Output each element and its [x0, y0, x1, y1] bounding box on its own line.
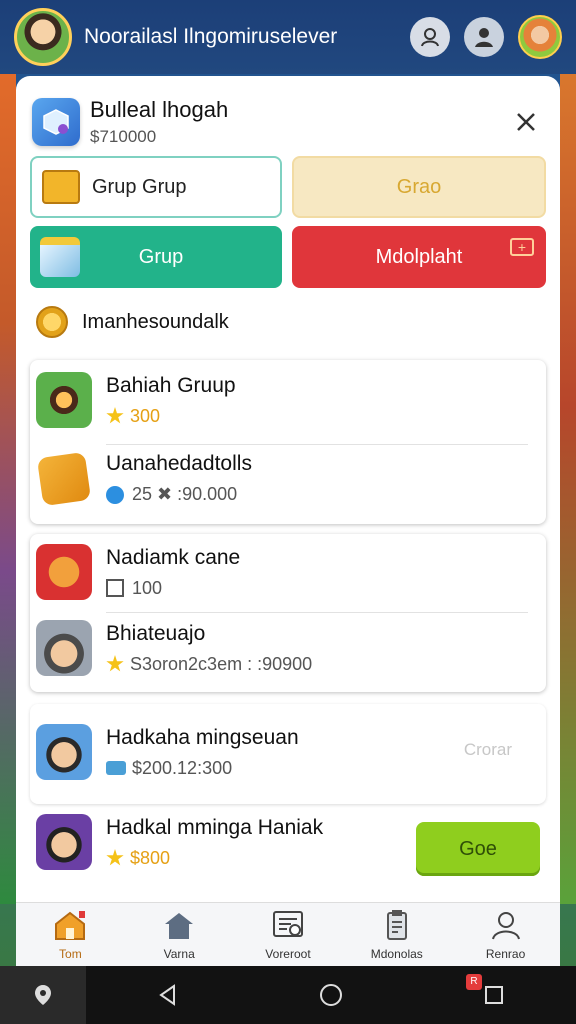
- item-title: Hadkal mminga Haniak: [106, 815, 324, 839]
- item-title: Uanahedadtolls: [106, 452, 252, 475]
- game-icon: [36, 372, 92, 428]
- top-bar: Noorailasl Ilngomiruselever: [0, 0, 576, 74]
- red-action-button[interactable]: Mdolplaht +: [292, 226, 546, 288]
- nav-label: Renrao: [485, 947, 526, 961]
- item-meta: S3oron2c3em : :90900: [130, 653, 313, 674]
- plus-icon: +: [510, 238, 534, 256]
- item-meta: 100: [132, 577, 163, 598]
- nav-label: Varna: [163, 947, 195, 961]
- star-icon: [106, 407, 124, 424]
- item-meta: $200.12:300: [132, 757, 233, 778]
- grid-icon: [106, 579, 124, 597]
- item-title: Nadiamk cane: [106, 545, 241, 569]
- main-panel: Bulleal lhogah $710000 Grup Grup Grao Gr…: [16, 76, 560, 902]
- item-meta: 25 ✖ :90.000: [132, 484, 238, 504]
- list-item[interactable]: Bhiateuajo S3oron2c3em : :90900: [30, 620, 546, 676]
- list-item[interactable]: Nadiamk cane 100: [30, 544, 546, 600]
- background-right: [560, 74, 576, 904]
- close-icon[interactable]: [508, 104, 544, 140]
- blue-dot-icon: [106, 485, 124, 504]
- profile-avatar[interactable]: [518, 15, 562, 59]
- grup-grup-button[interactable]: Grup Grup: [30, 156, 282, 218]
- cube-icon: [32, 98, 80, 146]
- notification-badge: R: [466, 974, 482, 990]
- go-button[interactable]: Goe: [416, 822, 540, 876]
- person-icon[interactable]: [410, 17, 450, 57]
- disabled-action[interactable]: Crorar: [464, 740, 512, 760]
- panel-header: Bulleal lhogah $710000: [32, 92, 544, 152]
- gift-icon: [42, 170, 80, 204]
- divider: [106, 612, 528, 613]
- drum-icon: [36, 544, 92, 600]
- star-icon: [106, 849, 124, 866]
- nav-label: Voreroot: [265, 947, 311, 961]
- card: Bahiah Gruup 300 Uanahedadtolls 25 ✖ :90…: [30, 360, 546, 524]
- back-button[interactable]: [86, 983, 249, 1007]
- coin-icon: [36, 306, 68, 338]
- panel-subtitle: $710000: [90, 127, 157, 146]
- character-icon: [36, 724, 92, 780]
- character-icon: [36, 620, 92, 676]
- item-title: Bahiah Gruup: [106, 373, 236, 397]
- home-icon: [55, 911, 86, 940]
- character-icon: [36, 814, 92, 870]
- nav-item-renrao[interactable]: Renrao: [458, 903, 554, 961]
- user-icon: [491, 912, 520, 940]
- home-button[interactable]: [249, 982, 412, 1008]
- puzzle-icon: [36, 451, 92, 506]
- item-title: Bhiateuajo: [106, 621, 206, 645]
- panel-title: Bulleal lhogah: [90, 97, 229, 122]
- item-meta: 300: [130, 405, 161, 426]
- avatar[interactable]: [14, 8, 72, 66]
- nav-label: Tom: [59, 947, 82, 961]
- nav-item-mdonolas[interactable]: Mdonolas: [349, 903, 445, 961]
- system-nav-bar: R: [0, 966, 576, 1024]
- background-left: [0, 74, 16, 904]
- app-title: Noorailasl Ilngomiruselever: [84, 25, 338, 48]
- card: Hadkaha mingseuan $200.12:300 Crorar: [30, 704, 546, 804]
- location-icon[interactable]: [0, 966, 86, 1024]
- list-item[interactable]: Bahiah Gruup 300: [30, 372, 546, 428]
- nav-item-voreroot[interactable]: Voreroot: [240, 903, 336, 961]
- list-item[interactable]: Hadkal mminga Haniak $800: [30, 814, 420, 870]
- box-icon: [40, 237, 80, 277]
- document-icon: [272, 911, 303, 937]
- item-meta: $800: [130, 847, 171, 868]
- grup-button[interactable]: Grup: [30, 226, 282, 288]
- list-item[interactable]: Uanahedadtolls 25 ✖ :90.000: [30, 451, 546, 506]
- grao-button[interactable]: Grao: [292, 156, 546, 218]
- grao-label: Grao: [396, 175, 442, 198]
- recents-button[interactable]: [413, 984, 576, 1006]
- clipboard-icon: [386, 910, 407, 940]
- nav-label: Mdonolas: [370, 947, 423, 961]
- badge-icon[interactable]: [464, 17, 504, 57]
- grup-grup-label: Grup Grup: [92, 175, 187, 198]
- grup-label: Grup: [138, 245, 184, 268]
- coin-label: Imanhesoundalk: [82, 310, 229, 333]
- stack-icon: [106, 761, 126, 775]
- bottom-nav: Tom Varna Voreroot Mdonolas Renrao: [16, 902, 560, 966]
- nav-item-varna[interactable]: Varna: [131, 903, 227, 961]
- nav-item-tom[interactable]: Tom: [22, 903, 118, 961]
- coin-row: Imanhesoundalk: [36, 302, 536, 342]
- red-action-label: Mdolplaht: [375, 245, 463, 268]
- item-title: Hadkaha mingseuan: [106, 725, 299, 749]
- star-icon: [106, 655, 124, 672]
- house-icon: [165, 913, 194, 939]
- divider: [106, 444, 528, 445]
- card: Nadiamk cane 100 Bhiateuajo S3oron2c3em …: [30, 534, 546, 692]
